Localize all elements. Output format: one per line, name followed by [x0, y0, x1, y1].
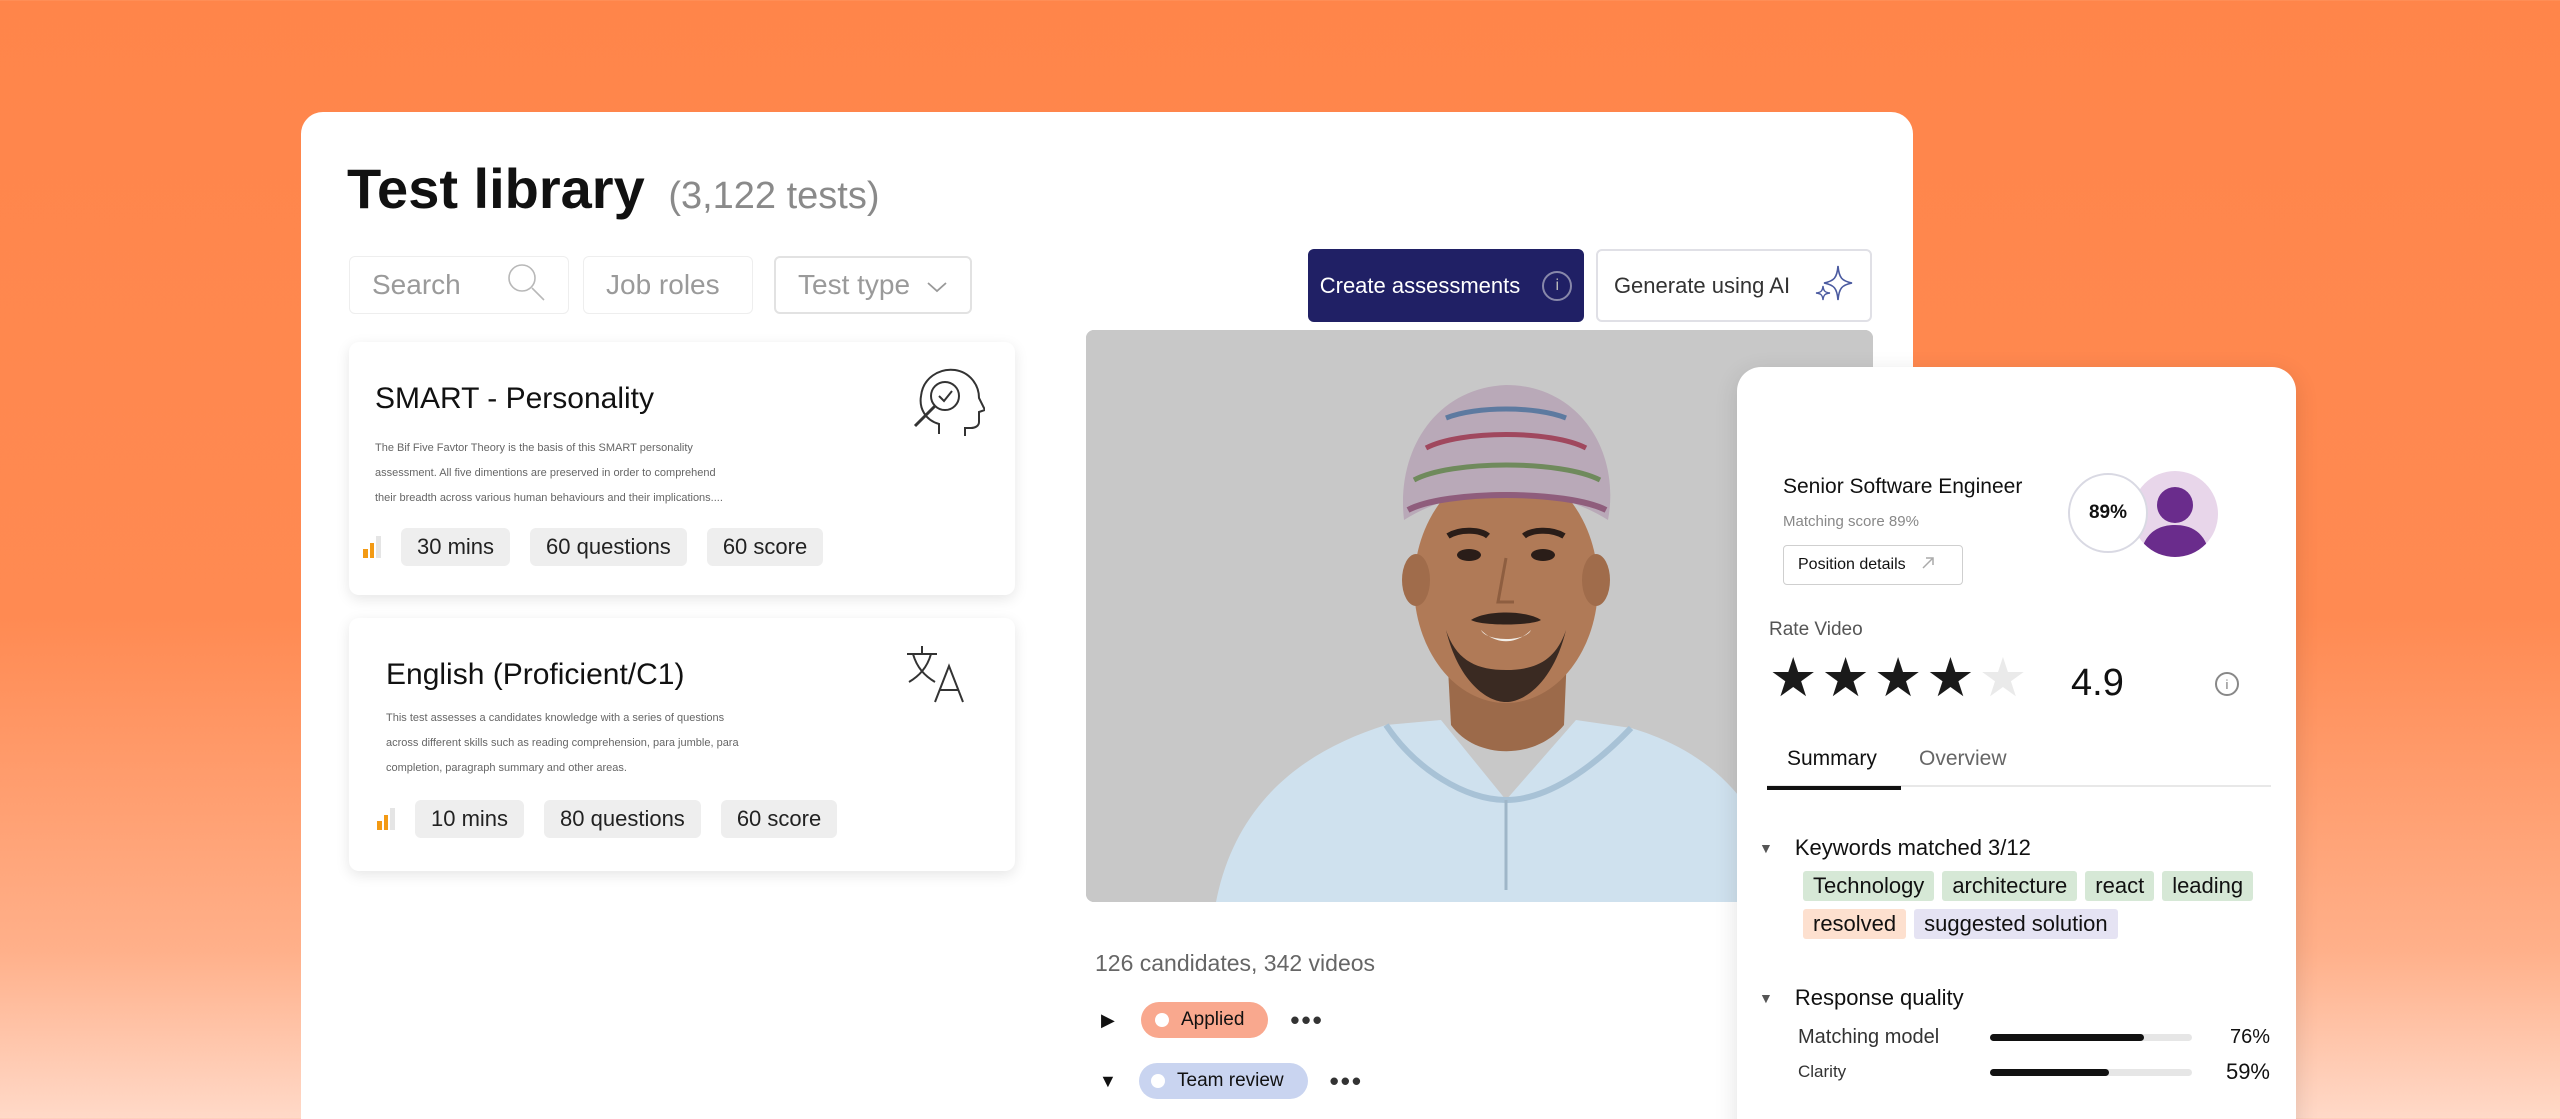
caret-down-icon: ▼ [1759, 840, 1773, 856]
status-pill-team-review[interactable]: Team review [1139, 1063, 1308, 1099]
description-line: This test assesses a candidates knowledg… [386, 712, 725, 724]
metric-label: Matching model [1798, 1026, 1940, 1048]
star-rating[interactable]: ★ ★ ★ ★ ★ [1769, 651, 2027, 705]
description-line: The Bif Five Favtor Theory is the basis … [375, 442, 693, 454]
page-title: Test library (3,122 tests) [347, 156, 880, 221]
keyword-tag: architecture [1942, 871, 2078, 901]
description-line: assessment. All five dimentions are pres… [375, 467, 716, 479]
info-icon: i [1542, 270, 1573, 301]
matching-score-text: Matching score 89% [1783, 513, 1919, 530]
keywords-section-header[interactable]: ▼ Keywords matched 3/12 [1759, 835, 2031, 861]
description-line: completion, paragraph summary and other … [386, 762, 627, 774]
test-count: (3,122 tests) [668, 175, 880, 217]
metric-value: 76% [2229, 1026, 2270, 1048]
status-dot [1151, 1074, 1165, 1088]
job-roles-filter[interactable]: Job roles [583, 256, 753, 314]
keyword-tag: suggested solution [1914, 909, 2118, 939]
test-card[interactable]: English (Proficient/C1) This test assess… [349, 618, 1015, 871]
response-quality-header[interactable]: ▼ Response quality [1759, 985, 1964, 1011]
test-card-meta: 10 mins 80 questions 60 score [377, 800, 838, 838]
match-score-value: 89% [2088, 502, 2128, 523]
status-label: Team review [1177, 1070, 1284, 1091]
test-library-window: Test library (3,122 tests) Search Job ro… [301, 112, 1913, 1119]
test-type-select[interactable]: Test type [774, 256, 972, 314]
more-options-icon[interactable]: ••• [1290, 1005, 1323, 1036]
metric-matching-model: Matching model 76% [1798, 1026, 2270, 1049]
head-search-icon [909, 364, 987, 445]
keyword-tag: react [2085, 871, 2155, 901]
metric-clarity: Clarity 59% [1798, 1059, 2270, 1085]
caret-down-icon: ▼ [1759, 990, 1773, 1006]
duration-badge: 10 mins [415, 800, 525, 838]
metric-value: 59% [2225, 1059, 2270, 1084]
status-pill-applied[interactable]: Applied [1141, 1002, 1269, 1038]
test-card-title: English (Proficient/C1) [386, 658, 685, 691]
metric-bar-fill [1990, 1034, 2144, 1041]
questions-badge: 80 questions [544, 800, 701, 838]
metric-bar [1990, 1034, 2192, 1041]
test-card-meta: 30 mins 60 questions 60 score [363, 528, 824, 566]
metric-label: Clarity [1798, 1062, 1847, 1081]
info-icon[interactable]: i [2215, 672, 2239, 696]
search-icon [506, 262, 546, 309]
external-link-icon [1920, 555, 1936, 576]
keywords-title: Keywords matched 3/12 [1794, 835, 2031, 860]
test-card[interactable]: SMART - Personality The Bif Five Favtor … [349, 342, 1015, 595]
description-line: across different skills such as reading … [386, 737, 739, 749]
tab-summary[interactable]: Summary [1787, 747, 1877, 771]
create-assessments-label: Create assessments [1319, 272, 1521, 298]
score-badge: 60 score [720, 800, 838, 838]
active-tab-indicator [1767, 786, 1901, 790]
duration-badge: 30 mins [401, 528, 511, 566]
chevron-down-icon [926, 269, 948, 301]
questions-badge: 60 questions [530, 528, 687, 566]
search-placeholder: Search [372, 269, 461, 300]
keyword-tag: leading [2162, 871, 2254, 901]
keyword-tag: Technology [1803, 871, 1935, 901]
create-assessments-button[interactable]: Create assessments i [1308, 249, 1584, 322]
collapse-arrow-icon[interactable]: ▼ [1099, 1071, 1139, 1092]
sparkle-icon [1814, 262, 1854, 310]
more-options-icon[interactable]: ••• [1330, 1066, 1363, 1097]
star-filled-icon[interactable]: ★ [1821, 651, 1869, 705]
test-type-label: Test type [798, 269, 911, 300]
test-card-description: The Bif Five Favtor Theory is the basis … [375, 436, 775, 511]
translate-icon [905, 644, 969, 709]
star-empty-icon[interactable]: ★ [1979, 651, 2027, 705]
response-quality-title: Response quality [1794, 985, 1964, 1010]
keywords-list: Technology architecture react leading re… [1803, 871, 2273, 939]
match-score-ring: 89% [2068, 473, 2148, 553]
generate-ai-button[interactable]: Generate using AI [1596, 249, 1872, 322]
test-card-title: SMART - Personality [375, 382, 654, 415]
tab-overview[interactable]: Overview [1919, 747, 2007, 771]
description-line: their breadth across various human behav… [375, 492, 723, 504]
status-dot [1155, 1013, 1169, 1027]
star-filled-icon[interactable]: ★ [1926, 651, 1974, 705]
status-group-applied[interactable]: ▶ Applied ••• [1101, 1002, 1324, 1038]
test-card-description: This test assesses a candidates knowledg… [386, 706, 786, 781]
expand-arrow-icon[interactable]: ▶ [1101, 1010, 1141, 1031]
position-details-button[interactable]: Position details [1783, 545, 1963, 585]
search-input[interactable]: Search [349, 256, 569, 314]
difficulty-level-icon [363, 536, 382, 558]
page-title-text: Test library [347, 157, 645, 220]
metric-bar [1990, 1068, 2192, 1076]
job-roles-label: Job roles [606, 269, 720, 300]
score-badge: 60 score [706, 528, 824, 566]
status-label: Applied [1181, 1009, 1245, 1030]
candidate-evaluation-panel: Senior Software Engineer Matching score … [1737, 367, 2296, 1119]
generate-ai-label: Generate using AI [1613, 272, 1791, 298]
status-group-team-review[interactable]: ▼ Team review ••• [1099, 1063, 1363, 1099]
position-title: Senior Software Engineer [1783, 475, 2023, 498]
star-filled-icon[interactable]: ★ [1874, 651, 1922, 705]
rating-value: 4.9 [2071, 662, 2124, 704]
keyword-tag: resolved [1803, 909, 1907, 939]
panel-tabs: Summary Overview [1767, 747, 2271, 790]
rate-video-label: Rate Video [1769, 619, 1863, 640]
video-stats: 126 candidates, 342 videos [1095, 950, 1376, 976]
metric-bar-fill [1990, 1068, 2110, 1076]
difficulty-level-icon [377, 808, 396, 830]
position-details-label: Position details [1798, 556, 1906, 573]
star-filled-icon[interactable]: ★ [1769, 651, 1817, 705]
